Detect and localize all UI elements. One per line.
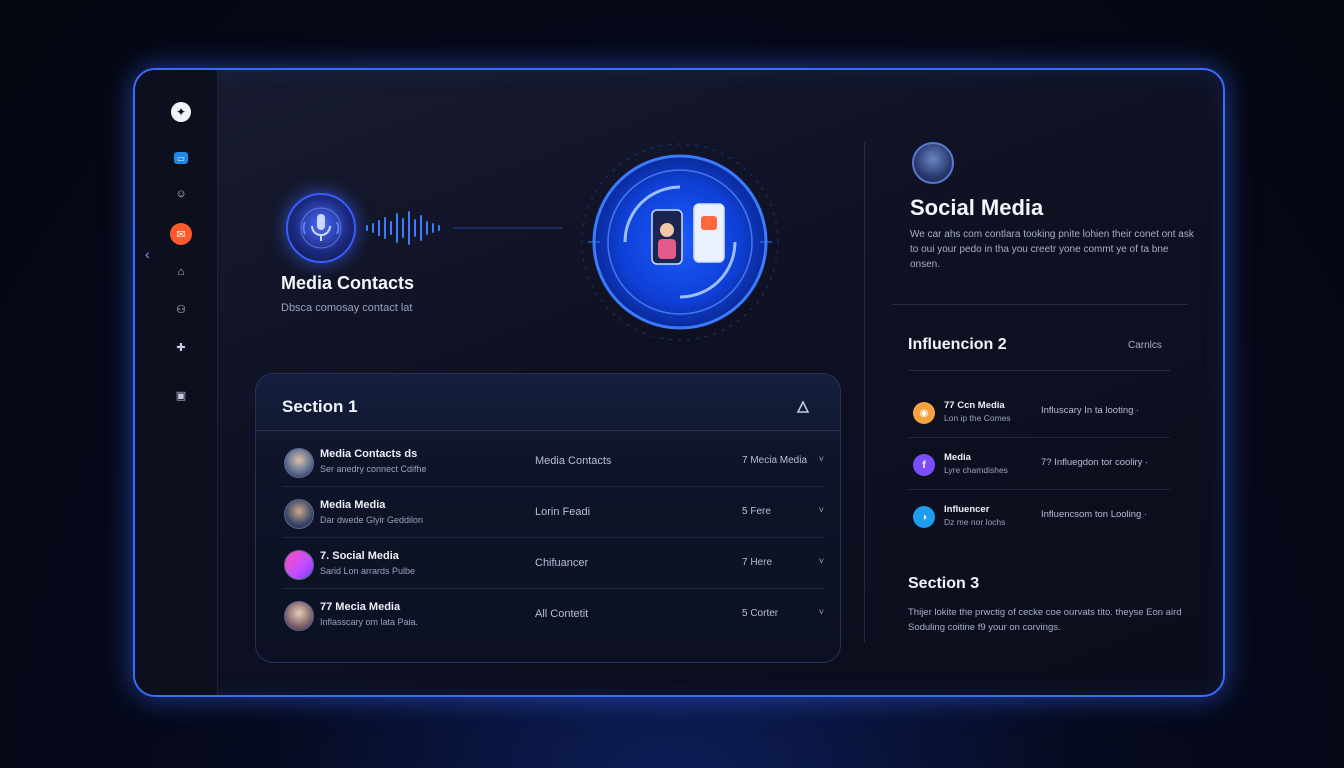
sort-icon[interactable] xyxy=(796,400,810,414)
row-description: Ser anedry connect Cdifhe xyxy=(320,464,427,474)
profile-avatar[interactable] xyxy=(912,142,954,184)
right-panel-body: We car ahs com contlara tooking pnite lo… xyxy=(910,229,1194,270)
app-window: ✦ ▭ ☺ ✉ ⌂ ⚇ ✚ ▣ ‹ Media Contacts Dbsca c… xyxy=(133,68,1225,697)
section-3-body: Thijer lokite the prwctig of cecke coe o… xyxy=(908,607,1182,633)
row-count: 5 Corter xyxy=(742,608,779,619)
influencer-row[interactable]: ◉ 77 Ccn Media Lon ip the Comes Influsca… xyxy=(908,387,1170,438)
row-description: Inflasscary om lata Paia. xyxy=(320,617,419,627)
right-panel-title: Social Media xyxy=(910,195,1044,220)
influencer-detail: Influscary In ta looting · xyxy=(1041,405,1140,416)
chart-icon[interactable]: ▣ xyxy=(172,386,190,404)
row-category: Media Contacts xyxy=(535,455,612,467)
chevron-down-icon[interactable]: ˅ xyxy=(819,454,824,464)
influencer-description: Lon ip the Comes xyxy=(944,413,1011,423)
chat-icon[interactable]: ▭ xyxy=(174,152,188,164)
media-avatar xyxy=(286,193,356,263)
inbox-icon[interactable]: ⌂ xyxy=(172,263,190,281)
chevron-down-icon[interactable]: ˅ xyxy=(819,505,824,515)
chrome-icon: ◉ xyxy=(913,402,935,424)
row-count: 7 Here xyxy=(742,557,773,568)
logo-icon[interactable]: ✦ xyxy=(171,102,191,122)
mail-icon[interactable]: ✉ xyxy=(170,223,192,245)
collapse-sidebar-icon[interactable]: ‹ xyxy=(145,246,150,262)
phone-orb-graphic xyxy=(581,143,779,341)
section-1-panel: Section 1 Media Contacts ds Ser anedry c… xyxy=(255,373,841,663)
table-row[interactable]: Media Media Dar dwede Glyir Geddilon Lor… xyxy=(282,487,824,538)
section-1-header: Section 1 xyxy=(256,374,840,431)
row-category: Lorin Feadi xyxy=(535,506,591,518)
influencer-description: Lyre chamdishes xyxy=(944,465,1008,475)
hero-subtitle: Dbsca comosay contact lat xyxy=(281,302,413,314)
globe-icon: ◑ xyxy=(913,506,935,528)
chevron-down-icon[interactable]: ˅ xyxy=(819,556,824,566)
avatar xyxy=(284,550,314,580)
avatar xyxy=(284,499,314,529)
facebook-icon: f xyxy=(913,454,935,476)
section-3-title: Section 3 xyxy=(908,575,980,592)
influencer-row[interactable]: f Media Lyre chamdishes 7? Influegdon to… xyxy=(908,439,1170,490)
divider xyxy=(908,370,1170,371)
row-name: Media Media xyxy=(320,499,386,511)
microphone-icon xyxy=(300,207,342,249)
row-count: 7 Mecia Media xyxy=(742,455,808,466)
puzzle-icon[interactable]: ✚ xyxy=(172,338,190,356)
influencer-title: Influencion 2 xyxy=(908,336,1007,353)
row-description: Sarid Lon arrards Pulbe xyxy=(320,566,416,576)
row-name: 7. Social Media xyxy=(320,550,399,562)
divider xyxy=(892,304,1188,305)
row-category: All Contetit xyxy=(535,608,589,620)
waveform-graphic xyxy=(366,211,563,245)
avatar xyxy=(284,601,314,631)
user-icon[interactable]: ⚇ xyxy=(172,300,190,318)
row-category: Chifuancer xyxy=(535,557,589,569)
row-name: Media Contacts ds xyxy=(320,448,418,460)
influencer-name: Media xyxy=(944,452,971,463)
table-row[interactable]: 77 Mecia Media Inflasscary om lata Paia.… xyxy=(282,589,824,639)
table-row[interactable]: 7. Social Media Sarid Lon arrards Pulbe … xyxy=(282,538,824,589)
row-count: 5 Fere xyxy=(742,506,771,517)
hero-title: Media Contacts xyxy=(281,273,415,293)
smile-icon[interactable]: ☺ xyxy=(172,185,190,203)
influencer-row[interactable]: ◑ Influencer Dz me nor lochs Influencsom… xyxy=(908,491,1170,541)
row-description: Dar dwede Glyir Geddilon xyxy=(320,515,424,525)
row-name: 77 Mecia Media xyxy=(320,601,401,613)
influencer-name: Influencer xyxy=(944,504,990,515)
avatar xyxy=(284,448,314,478)
influencer-description: Dz me nor lochs xyxy=(944,517,1006,527)
section-1-title: Section 1 xyxy=(282,397,358,416)
influencer-contacts-link[interactable]: Carnlcs xyxy=(1128,340,1162,351)
chevron-down-icon[interactable]: ˅ xyxy=(819,607,824,617)
sidebar: ✦ ▭ ☺ ✉ ⌂ ⚇ ✚ ▣ xyxy=(135,70,218,695)
influencer-detail: Influencsom ton Looling · xyxy=(1041,509,1148,520)
influencer-detail: 7? Influegdon tor cooliry · xyxy=(1041,457,1149,468)
table-row[interactable]: Media Contacts ds Ser anedry connect Cdi… xyxy=(282,436,824,487)
column-divider xyxy=(864,142,865,642)
influencer-name: 77 Ccn Media xyxy=(944,400,1005,411)
